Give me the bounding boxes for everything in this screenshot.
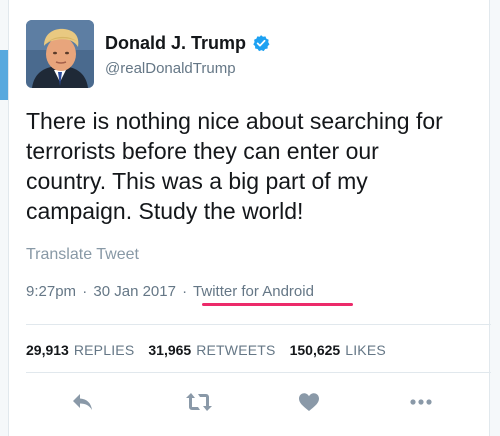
tweet-date[interactable]: 30 Jan 2017 [93, 283, 176, 300]
reply-button[interactable] [67, 386, 99, 418]
more-button[interactable] [405, 386, 437, 418]
likes-count: 150,625 [289, 342, 341, 358]
reply-icon [73, 394, 92, 410]
retweets-stat[interactable]: 31,965 RETWEETS [148, 342, 275, 358]
avatar[interactable] [26, 20, 94, 88]
retweet-button[interactable] [183, 386, 215, 418]
divider [26, 324, 491, 325]
screenshot-stage: Donald J. Trump @realDonaldTrump There i… [0, 0, 500, 436]
tweet-stats: 29,913 REPLIES 31,965 RETWEETS 150,625 LIKE… [26, 342, 400, 358]
tweet-metadata: 9:27pm · 30 Jan 2017 · Twitter for Andro… [26, 283, 314, 300]
replies-label: REPLIES [73, 342, 135, 358]
retweets-label: RETWEETS [196, 342, 276, 358]
retweet-icon [186, 393, 212, 411]
tweet-source[interactable]: Twitter for Android [193, 283, 314, 300]
replies-count: 29,913 [26, 342, 69, 358]
meta-separator: · [82, 283, 88, 300]
heart-icon [299, 393, 319, 411]
more-dots-icon [410, 399, 432, 405]
left-accent-bar [0, 50, 8, 100]
source-highlight-underline [202, 303, 353, 306]
retweets-count: 31,965 [148, 342, 192, 358]
divider [26, 372, 491, 373]
likes-stat[interactable]: 150,625 LIKES [290, 342, 386, 358]
like-button[interactable] [293, 386, 325, 418]
tweet-time[interactable]: 9:27pm [26, 283, 76, 300]
name-row: Donald J. Trump [105, 31, 270, 55]
avatar-image [26, 20, 94, 88]
display-name[interactable]: Donald J. Trump [105, 33, 246, 54]
user-handle[interactable]: @realDonaldTrump [105, 60, 236, 77]
translate-tweet-link[interactable]: Translate Tweet [26, 246, 139, 264]
replies-stat[interactable]: 29,913 REPLIES [26, 342, 134, 358]
tweet-actions [9, 386, 491, 418]
meta-separator: · [182, 283, 188, 300]
likes-label: LIKES [345, 342, 386, 358]
tweet-text: There is nothing nice about searching fo… [26, 108, 443, 224]
tweet-card: Donald J. Trump @realDonaldTrump There i… [8, 0, 491, 436]
verified-badge-icon [253, 35, 270, 52]
